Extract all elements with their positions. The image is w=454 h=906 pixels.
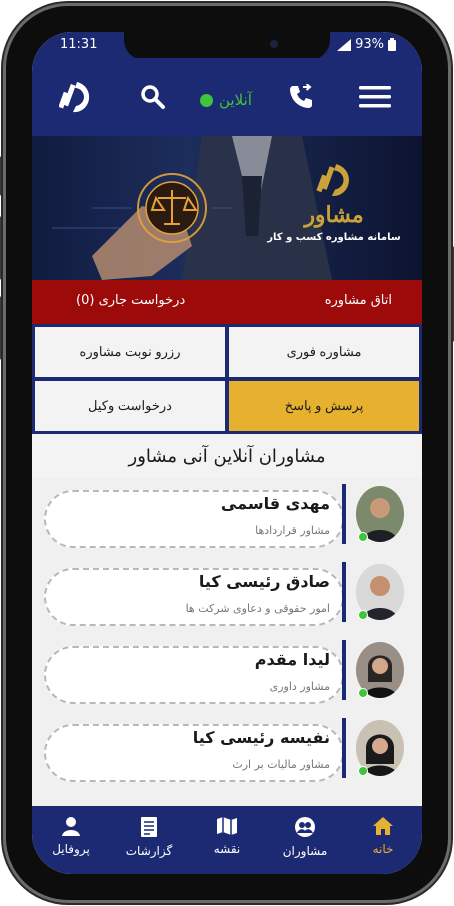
session-bar: اتاق مشاوره درخواست جاری (0)	[32, 280, 422, 324]
qa-button[interactable]: پرسش و پاسخ	[229, 381, 419, 431]
advisor-name: صادق رئیسی کیا	[198, 572, 330, 591]
online-label: آنلاین	[219, 91, 252, 109]
camera-notch	[124, 32, 330, 60]
brand-name: مشاور	[304, 202, 364, 228]
online-status-dot	[358, 766, 368, 776]
card-divider	[342, 718, 346, 778]
nav-label: مشاوران	[282, 844, 328, 858]
advisor-role: امور حقوقی و دعاوی شرکت ها	[185, 602, 330, 615]
mute-switch	[0, 156, 1, 196]
card-divider	[342, 640, 346, 700]
advisor-card[interactable]: صادق رئیسی کیا امور حقوقی و دعاوی شرکت ه…	[44, 558, 410, 632]
book-appointment-button[interactable]: رزرو نوبت مشاوره	[35, 327, 225, 377]
nav-reports[interactable]: گزارشات	[110, 806, 188, 874]
instant-consult-button[interactable]: مشاوره فوری	[229, 327, 419, 377]
nav-label: خانه	[372, 842, 394, 856]
menu-button[interactable]	[358, 80, 392, 114]
app-screen: 11:31 93% آنلاین مشاور سامانه مشاوره کسب…	[32, 32, 422, 874]
volume-up-button	[0, 216, 1, 280]
online-status-dot	[358, 610, 368, 620]
map-icon	[217, 817, 237, 835]
request-lawyer-button[interactable]: درخواست وکیل	[35, 381, 225, 431]
advisor-role: مشاور قراردادها	[255, 524, 330, 537]
brand-logo-icon	[316, 164, 349, 196]
card-divider	[342, 562, 346, 622]
logo-icon	[59, 82, 90, 113]
search-button[interactable]	[136, 80, 170, 114]
action-grid: رزرو نوبت مشاوره مشاوره فوری درخواست وکی…	[32, 324, 422, 434]
volume-down-button	[0, 296, 1, 360]
home-icon	[373, 817, 393, 835]
current-request-link[interactable]: درخواست جاری (0)	[76, 293, 185, 308]
advisor-card[interactable]: مهدی قاسمی مشاور قراردادها	[44, 480, 410, 554]
advisor-card[interactable]: لیدا مقدم مشاور داوری	[44, 636, 410, 710]
advisor-name: مهدی قاسمی	[220, 494, 330, 513]
online-status-dot	[358, 688, 368, 698]
nav-label: نقشه	[213, 842, 241, 856]
brand-block: مشاور سامانه مشاوره کسب و کار	[264, 162, 404, 243]
app-logo[interactable]	[58, 80, 92, 114]
advisors-icon	[295, 817, 315, 837]
nav-advisors[interactable]: مشاوران	[266, 806, 344, 874]
card-divider	[342, 484, 346, 544]
online-status-dot	[358, 532, 368, 542]
clock: 11:31	[60, 37, 98, 52]
nav-label: گزارشات	[125, 844, 173, 858]
nav-label: پروفایل	[52, 842, 90, 856]
reports-icon	[141, 817, 157, 837]
consult-room-link[interactable]: اتاق مشاوره	[325, 293, 392, 308]
phone-icon	[290, 84, 312, 108]
nav-profile[interactable]: پروفایل	[32, 806, 110, 874]
top-app-bar: آنلاین	[32, 58, 422, 136]
bottom-nav: خانه مشاوران نقشه گزارشات پروفایل	[32, 806, 422, 874]
hero-banner: مشاور سامانه مشاوره کسب و کار	[32, 136, 422, 280]
nav-map[interactable]: نقشه	[188, 806, 266, 874]
advisor-role: مشاور مالیات بر ارث	[232, 758, 330, 771]
online-indicator: آنلاین	[200, 91, 252, 109]
search-icon	[141, 85, 165, 109]
advisor-name: نفیسه رئیسی کیا	[192, 728, 330, 747]
advisor-name: لیدا مقدم	[254, 650, 330, 669]
camera-lens	[270, 40, 278, 48]
advisor-role: مشاور داوری	[269, 680, 330, 693]
hamburger-icon	[359, 86, 391, 108]
advisor-list: مهدی قاسمی مشاور قراردادها صادق رئیسی کی…	[32, 478, 422, 806]
brand-subtitle: سامانه مشاوره کسب و کار	[267, 232, 401, 243]
status-icons: 93%	[337, 37, 396, 52]
section-title: مشاوران آنلاین آنی مشاور	[32, 434, 422, 478]
nav-home[interactable]: خانه	[344, 806, 422, 874]
advisor-card[interactable]: نفیسه رئیسی کیا مشاور مالیات بر ارث	[44, 714, 410, 788]
profile-icon	[62, 817, 80, 836]
battery-percent: 93%	[355, 37, 384, 52]
call-button[interactable]	[284, 80, 318, 114]
signal-icon	[337, 38, 352, 51]
battery-icon	[388, 38, 396, 51]
online-dot	[200, 93, 213, 107]
